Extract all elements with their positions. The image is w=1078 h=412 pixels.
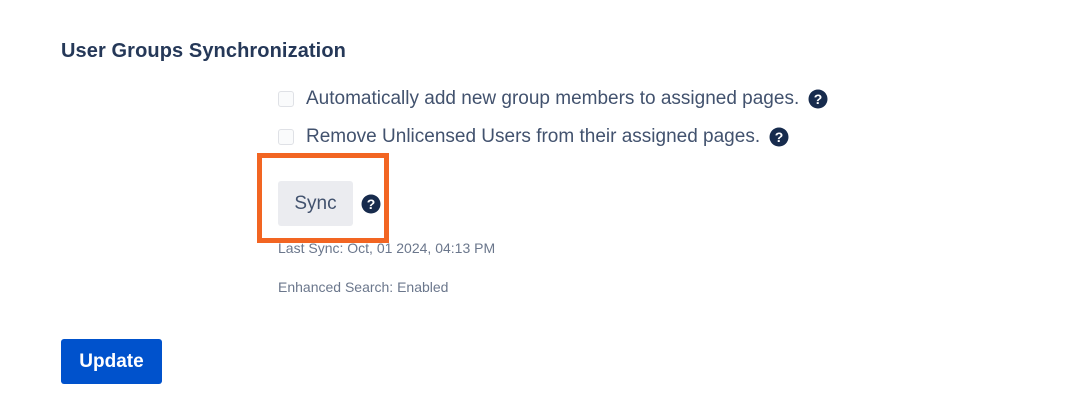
auto-add-members-checkbox[interactable] [278, 91, 294, 107]
remove-unlicensed-label: Remove Unlicensed Users from their assig… [306, 126, 761, 147]
settings-page: User Groups Synchronization Automaticall… [0, 0, 1078, 412]
svg-text:?: ? [814, 91, 823, 107]
enhanced-search-status: Enhanced Search: Enabled [278, 279, 449, 295]
auto-add-members-option: Automatically add new group members to a… [278, 86, 828, 112]
svg-text:?: ? [367, 196, 376, 212]
sync-area: Sync ? [278, 181, 381, 226]
remove-unlicensed-checkbox[interactable] [278, 129, 294, 145]
last-sync-text: Last Sync: Oct, 01 2024, 04:13 PM [278, 240, 496, 256]
auto-add-members-label: Automatically add new group members to a… [306, 88, 800, 109]
question-circle-icon[interactable]: ? [361, 194, 381, 214]
remove-unlicensed-option: Remove Unlicensed Users from their assig… [278, 124, 789, 150]
sync-button[interactable]: Sync [278, 181, 353, 226]
question-circle-icon[interactable]: ? [808, 89, 828, 109]
svg-text:?: ? [775, 129, 784, 145]
update-button[interactable]: Update [61, 339, 162, 384]
question-circle-icon[interactable]: ? [769, 127, 789, 147]
section-title: User Groups Synchronization [61, 40, 346, 62]
